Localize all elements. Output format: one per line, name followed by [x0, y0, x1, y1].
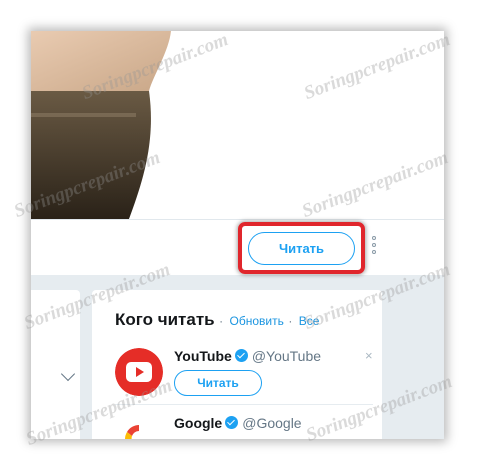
who-to-follow-panel: Кого читать · Обновить · Все YouTube @You… [92, 290, 382, 439]
screenshot-frame: Читать Кого читать · Обновить · Все YouT… [31, 31, 444, 439]
chevron-down-icon[interactable] [60, 366, 76, 382]
who-to-follow-header: Кого читать · Обновить · Все [115, 310, 319, 330]
who-to-follow-title: Кого читать [115, 310, 215, 329]
refresh-link[interactable]: Обновить [230, 314, 284, 328]
profile-action-bar: Читать [31, 219, 444, 275]
left-panel [31, 290, 80, 439]
view-all-link[interactable]: Все [299, 314, 320, 328]
suggested-account: Google @Google [115, 415, 373, 439]
more-options-icon[interactable] [371, 236, 377, 260]
follow-button[interactable]: Читать [248, 232, 355, 265]
separator: · [219, 314, 224, 328]
verified-badge-icon [234, 349, 248, 362]
separator: · [288, 314, 293, 328]
account-handle: @YouTube [251, 348, 322, 364]
divider [115, 404, 373, 405]
google-avatar[interactable] [115, 415, 163, 439]
account-handle: @Google [242, 415, 302, 431]
verified-badge-icon [225, 416, 239, 429]
account-name-text[interactable]: YouTube [174, 348, 232, 364]
profile-header-image [31, 31, 444, 219]
account-name[interactable]: Google @Google [174, 415, 302, 431]
account-name-text[interactable]: Google [174, 415, 222, 431]
follow-account-button[interactable]: Читать [174, 370, 262, 396]
dismiss-icon[interactable]: × [365, 348, 373, 363]
account-name[interactable]: YouTube @YouTube [174, 348, 321, 364]
suggested-account: YouTube @YouTube × Читать [115, 348, 373, 398]
youtube-avatar[interactable] [115, 348, 163, 396]
